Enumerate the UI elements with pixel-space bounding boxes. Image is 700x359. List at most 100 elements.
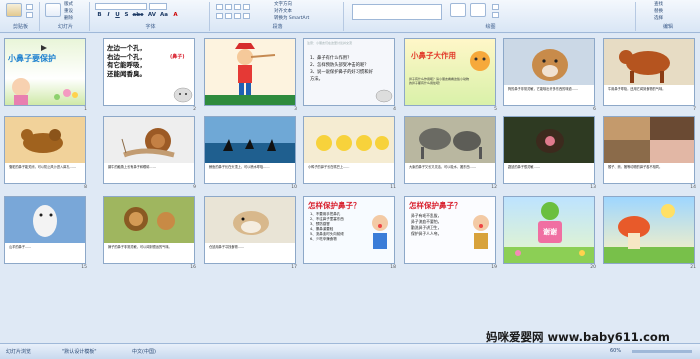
slide-thumb-9[interactable]: 蜗牛的触角上长有鼻子和眼睛…… xyxy=(103,116,195,184)
char-spacing-button[interactable]: AV xyxy=(147,12,157,19)
slide-thumb-16[interactable]: 狮子的鼻子非常灵敏，可以闻到很远的气味。 xyxy=(103,196,195,264)
slide-number: 20 xyxy=(590,265,596,270)
slide-thumb-10[interactable]: 鲸鱼的鼻子长在头顶上，可以喷水呼吸…… xyxy=(204,116,296,184)
copy-icon[interactable] xyxy=(26,12,33,18)
slide-number: 8 xyxy=(84,185,87,190)
slide-thumb-15[interactable]: 山羊的鼻子…… xyxy=(4,196,86,264)
slide-number: 7 xyxy=(693,107,696,112)
paste-button[interactable] xyxy=(6,3,22,17)
cut-icon[interactable] xyxy=(26,4,33,10)
bold-button[interactable]: B xyxy=(96,12,103,19)
mole-image xyxy=(504,117,594,163)
slide-1-title: 小鼻子要保护 xyxy=(8,54,56,63)
strikethrough-button[interactable]: abc xyxy=(132,12,144,19)
slide-number: 3 xyxy=(294,107,297,112)
slide-number: 18 xyxy=(390,265,396,270)
slide-number: 15 xyxy=(81,265,87,270)
ducklings-image xyxy=(304,117,394,163)
bullets-icon[interactable] xyxy=(216,4,223,10)
select-button[interactable]: 选择 xyxy=(654,16,663,22)
slide-thumb-17[interactable]: 仓鼠用鼻子寻找食物…… xyxy=(204,196,296,264)
slide-thumb-8[interactable]: 骆驼的鼻子能关闭，可以防止风沙进入鼻孔…… xyxy=(4,116,86,184)
slide-thumb-3[interactable] xyxy=(204,38,296,106)
zoom-level[interactable]: 60% xyxy=(610,348,621,354)
slide-number: 10 xyxy=(291,185,297,190)
slide-5-title: 小鼻子大作用 xyxy=(411,51,456,60)
question-item: 2、怎样预防头部受冲击的呢？ xyxy=(310,63,369,68)
lions-image xyxy=(104,197,194,243)
slide-number: 13 xyxy=(590,185,596,190)
font-size-field[interactable] xyxy=(149,3,167,10)
slide-number: 12 xyxy=(491,185,497,190)
slide-thumb-19[interactable]: 怎样保护鼻子？ 鼻子有毛不乱拔， 鼻子流血不要怕， 勤洗鼻子讲卫生， 保护鼻子人… xyxy=(404,196,496,264)
slide-16-caption: 狮子的鼻子非常灵敏，可以闻到很远的气味。 xyxy=(108,245,172,249)
slide-thumb-6[interactable]: 狗的鼻子非常灵敏，它能嗅出许多东西的味道…… xyxy=(503,38,595,106)
slide-17-caption: 仓鼠用鼻子寻找食物…… xyxy=(209,245,245,249)
slide-thumb-18[interactable]: 怎样保护鼻子？ 1、不要用手挖鼻孔 2、不往鼻子里塞东西 3、预防感冒 4、擦鼻… xyxy=(303,196,395,264)
slide-thumb-13[interactable]: 鼹鼠的鼻子很灵敏…… xyxy=(503,116,595,184)
find-button[interactable]: 查找 xyxy=(654,2,663,8)
snail-image xyxy=(104,117,194,163)
decrease-indent-icon[interactable] xyxy=(234,4,241,10)
align-right-icon[interactable] xyxy=(234,13,241,19)
view-mode-label: 幻灯片浏览 xyxy=(6,349,32,355)
slide-10-caption: 鲸鱼的鼻子长在头顶上，可以喷水呼吸…… xyxy=(209,165,270,169)
question-item: 3、说一说保护鼻子的好习惯和好方法。 xyxy=(310,70,373,82)
shadow-button[interactable]: S xyxy=(123,12,130,19)
slide-thumb-2[interactable]: 左边一个孔， 右边一个孔， 有它能呼吸， 还能闻香臭。 (鼻子) xyxy=(103,38,195,106)
font-color-button[interactable]: A xyxy=(172,12,179,19)
align-left-icon[interactable] xyxy=(216,13,223,19)
goat-image xyxy=(5,197,85,243)
reset-button[interactable]: 重设 xyxy=(64,9,73,15)
shapes-gallery[interactable] xyxy=(352,4,442,20)
delete-button[interactable]: 删除 xyxy=(64,16,73,22)
slide-14-caption: 猴子、熊、猪等动物的鼻子各不相同。 xyxy=(608,165,663,169)
quick-styles-button[interactable] xyxy=(470,3,486,17)
align-center-icon[interactable] xyxy=(225,13,232,19)
slide-thumb-1[interactable]: 小鼻子要保护 xyxy=(4,38,86,106)
elephants-image xyxy=(405,117,495,163)
slide-thumb-5[interactable]: 小鼻子大作用 鼻子有什么作用呢？请小朋友看看这些小动物的鼻子都有什么用处吧！ xyxy=(404,38,496,106)
slide-9-caption: 蜗牛的触角上长有鼻子和眼睛…… xyxy=(108,165,156,169)
change-case-button[interactable]: Aa xyxy=(159,12,169,19)
replace-button[interactable]: 替换 xyxy=(654,9,663,15)
slide-thumb-14[interactable]: 猴子、熊、猪等动物的鼻子各不相同。 xyxy=(603,116,695,184)
shape-fill-icon[interactable] xyxy=(492,4,499,10)
slides-group: 版式 重设 删除 幻灯片 xyxy=(42,2,90,31)
arrange-button[interactable] xyxy=(450,3,466,17)
whale-image xyxy=(205,117,295,163)
underline-button[interactable]: U xyxy=(114,12,121,19)
slide-2-poem: 左边一个孔， 右边一个孔， 有它能呼吸， 还能闻香臭。 xyxy=(107,44,146,78)
italic-button[interactable]: I xyxy=(105,12,112,19)
justify-icon[interactable] xyxy=(243,13,250,19)
slide-number: 21 xyxy=(690,265,696,270)
status-bar: 幻灯片浏览 "默认设计模板" 中文(中国) 60% xyxy=(0,343,700,359)
zoom-slider[interactable] xyxy=(632,350,692,353)
smartart-button[interactable]: 转换为 SmartArt xyxy=(274,16,309,22)
text-direction-button[interactable]: 文字方向 xyxy=(274,2,292,8)
paragraph-group: 文字方向 对齐文本 转换为 SmartArt 段落 xyxy=(212,2,344,31)
slide-thumb-20[interactable]: 谢谢 xyxy=(503,196,595,264)
slide-thumb-11[interactable]: 小鸭子的鼻子长在嘴巴上…… xyxy=(303,116,395,184)
font-name-field[interactable] xyxy=(95,3,147,10)
align-text-button[interactable]: 对齐文本 xyxy=(274,9,292,15)
new-slide-button[interactable] xyxy=(45,3,61,17)
child-picture xyxy=(473,215,489,249)
slide-thumb-12[interactable]: 大象的鼻子又长又灵活，可以吸水、搬东西…… xyxy=(404,116,496,184)
slide-number: 2 xyxy=(193,107,196,112)
slide-number: 19 xyxy=(491,265,497,270)
slide-8-caption: 骆驼的鼻子能关闭，可以防止风沙进入鼻孔…… xyxy=(9,165,76,169)
slide-thumb-21[interactable] xyxy=(603,196,695,264)
shape-outline-icon[interactable] xyxy=(492,12,499,18)
slide-thumb-7[interactable]: 牛用鼻子呼吸，还用它闻到食物的气味。 xyxy=(603,38,695,106)
slide-number: 9 xyxy=(193,185,196,190)
increase-indent-icon[interactable] xyxy=(243,4,250,10)
poem-line: 有它能呼吸， xyxy=(107,61,146,69)
layout-button[interactable]: 版式 xyxy=(64,2,73,8)
paragraph-label: 段落 xyxy=(272,24,283,30)
slide-thumb-4[interactable]: 注意：小朋友们在这里讨论并交流 1、鼻子有什么作用？ 2、怎样预防头部受冲击的呢… xyxy=(303,38,395,106)
slide-number: 6 xyxy=(593,107,596,112)
numbering-icon[interactable] xyxy=(225,4,232,10)
font-label: 字体 xyxy=(145,24,156,30)
slide-18-list: 1、不要用手挖鼻孔 2、不往鼻子里塞东西 3、预防感冒 4、擦鼻涕要轻 5、流鼻… xyxy=(310,212,366,242)
